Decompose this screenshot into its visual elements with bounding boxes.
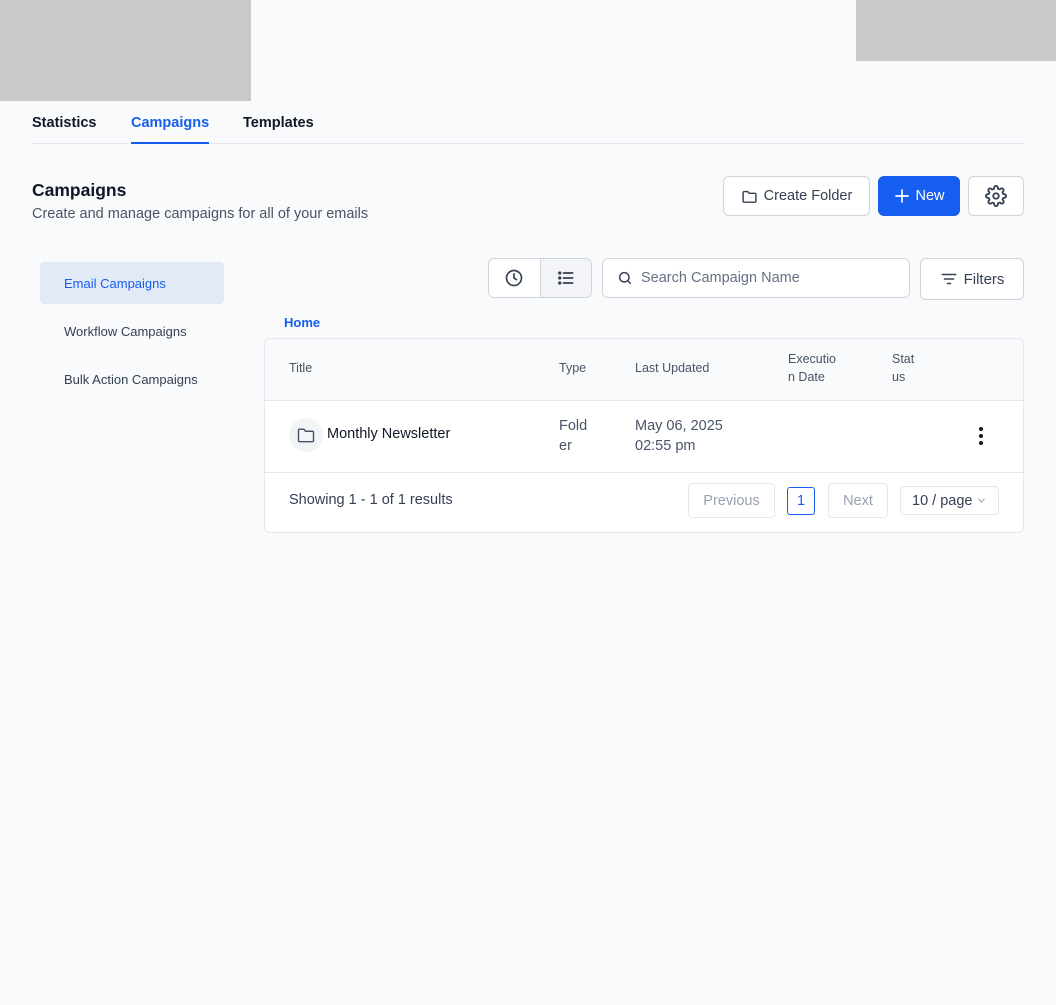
search-icon [618,271,632,285]
filters-label: Filters [963,270,1005,288]
tab-statistics[interactable]: Statistics [32,115,96,143]
row-title[interactable]: Monthly Newsletter [327,426,450,442]
column-header-type: Type [559,361,587,375]
tab-campaigns[interactable]: Campaigns [131,115,210,144]
table-row[interactable]: Monthly Newsletter Folder May 06, 2025 0… [265,400,1023,473]
row-actions-button[interactable] [969,422,993,450]
create-folder-button[interactable]: Create Folder [723,176,870,216]
chevron-down-icon [978,498,986,503]
page-size-value: 10 / page [912,492,973,509]
recent-view-button[interactable] [489,259,541,297]
table-header: Title Type Last Updated Execution Date S… [265,339,1023,401]
folder-icon [742,190,757,203]
breadcrumb-home[interactable]: Home [284,315,320,330]
previous-page-button[interactable]: Previous [688,483,775,518]
column-header-title: Title [289,361,313,375]
new-label: New [915,188,945,204]
kebab-icon [979,427,983,445]
row-type: Folder [559,418,588,454]
column-header-status: Status [892,352,915,384]
column-header-last-updated: Last Updated [635,361,710,375]
search-box [602,258,910,298]
sidebar-item-bulk-action-campaigns[interactable]: Bulk Action Campaigns [40,358,224,400]
page-size-select[interactable]: 10 / page [900,486,999,515]
image-placeholder-left [0,0,251,101]
create-folder-label: Create Folder [763,188,853,204]
view-toggle [488,258,592,298]
list-icon [557,271,574,285]
sidebar-item-label: Email Campaigns [64,275,166,291]
filter-icon [941,273,957,285]
campaigns-table: Title Type Last Updated Execution Date S… [264,338,1024,533]
clock-icon [505,269,523,287]
results-count: Showing 1 - 1 of 1 results [289,492,453,508]
list-view-button[interactable] [540,259,591,297]
page-title: Campaigns [32,180,127,200]
plus-icon [895,189,910,203]
new-campaign-button[interactable]: New [878,176,960,216]
column-header-execution-date: Execution Date [788,352,836,384]
search-input[interactable] [639,269,903,287]
folder-icon [297,428,315,443]
row-last-updated: May 06, 2025 02:55 pm [635,416,723,456]
page-number-1[interactable]: 1 [787,487,815,515]
tab-bar: Statistics Campaigns Templates [32,101,1024,144]
sidebar-item-label: Bulk Action Campaigns [64,371,198,387]
sidebar-item-label: Workflow Campaigns [64,323,187,339]
next-page-button[interactable]: Next [828,483,888,518]
page-subtitle: Create and manage campaigns for all of y… [32,206,369,222]
row-updated-date: May 06, 2025 [635,418,723,434]
row-folder-badge [289,418,323,452]
settings-button[interactable] [968,176,1024,216]
table-footer: Showing 1 - 1 of 1 results Previous 1 Ne… [265,472,1023,532]
image-placeholder-right [856,0,1056,61]
sidebar-item-email-campaigns[interactable]: Email Campaigns [40,262,224,304]
gear-icon [985,185,1007,207]
tab-templates[interactable]: Templates [243,115,314,143]
filters-button[interactable]: Filters [920,258,1024,300]
sidebar-item-workflow-campaigns[interactable]: Workflow Campaigns [40,310,224,352]
row-updated-time: 02:55 pm [635,438,696,454]
